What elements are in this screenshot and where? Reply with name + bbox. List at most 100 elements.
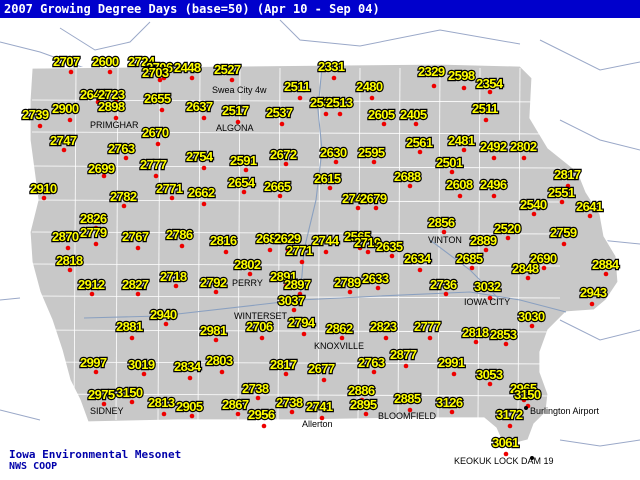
station-dot (223, 249, 229, 255)
station-value: 2975 (88, 387, 115, 402)
city-label: VINTON (428, 235, 462, 245)
station-value: 2771 (286, 243, 313, 258)
station-value: 2677 (308, 361, 335, 376)
station-dot (67, 267, 73, 273)
station-value: 2511 (284, 79, 310, 94)
station-value: 2654 (228, 175, 256, 190)
station-dot (507, 423, 513, 429)
station-dot (541, 265, 547, 271)
station-value: 2754 (186, 149, 214, 164)
station-dot (161, 411, 167, 417)
station-value: 3019 (128, 357, 155, 372)
iowa-map: 2707 2600 27242706 2448 2527 2331 2329 25982354… (0, 19, 640, 466)
station-dot (213, 337, 219, 343)
station-value: 2513 (326, 95, 353, 110)
station-dot (283, 371, 289, 377)
station-value: 2537 (266, 105, 293, 120)
station-dot (129, 399, 135, 405)
station-value: 2767 (122, 229, 149, 244)
station-value: 2763 (358, 355, 385, 370)
station-value: 2662 (188, 185, 215, 200)
station-dot (431, 83, 437, 89)
station-dot (179, 243, 185, 249)
station-value: 2817 (270, 357, 297, 372)
city-label: Swea City 4w (212, 85, 267, 95)
station-dot (187, 375, 193, 381)
station-value: 2736 (430, 277, 457, 292)
station-dot (135, 245, 141, 251)
station-value: 2496 (480, 177, 507, 192)
station-value: 2981 (200, 323, 227, 338)
station-value: 2779 (80, 225, 107, 240)
station-value: 2685 (456, 251, 483, 266)
station-value: 2540 (520, 197, 547, 212)
station-dot (561, 241, 567, 247)
station-value: 2777 (140, 157, 167, 172)
station-value: 2634 (404, 251, 432, 266)
station-dot (371, 159, 377, 165)
station-value: 2862 (326, 321, 353, 336)
station-value: 2480 (356, 79, 383, 94)
station-value: 2792 (200, 275, 227, 290)
station-dot (355, 205, 361, 211)
station-dot (255, 395, 261, 401)
station-dot (381, 121, 387, 127)
station-value: 2492 (480, 139, 507, 154)
station-value: 3053 (476, 367, 503, 382)
station-dot (201, 201, 207, 207)
station-value: 2816 (210, 233, 237, 248)
station-dot (261, 423, 267, 429)
station-dot (337, 111, 343, 117)
station-value: 3030 (518, 309, 545, 324)
city-label: Burlington Airport (530, 406, 600, 416)
station-dot (491, 193, 497, 199)
station-value: 3032 (474, 279, 501, 294)
station-value: 2897 (284, 277, 311, 292)
city-label: KEOKUK LOCK DAM 19 (454, 456, 554, 466)
station-value: 2738 (242, 381, 269, 396)
city-dot (524, 406, 528, 410)
station-value: 2747 (50, 133, 77, 148)
station-value: 2898 (98, 99, 125, 114)
station-dot (219, 369, 225, 375)
station-dot (449, 409, 455, 415)
station-value: 2771 (156, 181, 183, 196)
station-dot (267, 247, 273, 253)
station-value: 2354 (476, 76, 504, 91)
station-dot (213, 289, 219, 295)
station-dot (173, 283, 179, 289)
station-value: 2329 (418, 64, 445, 79)
station-value: 2885 (394, 391, 421, 406)
station-value: 2591 (230, 153, 257, 168)
city-label: WINTERSET (234, 311, 288, 321)
station-value: 2802 (510, 139, 537, 154)
station-value: 2641 (576, 199, 603, 214)
station-dot (369, 95, 375, 101)
city-label: KNOXVILLE (314, 341, 364, 351)
station-dot (297, 95, 303, 101)
station-value: 2405 (400, 107, 427, 122)
station-dot (483, 117, 489, 123)
station-value: 2856 (428, 215, 455, 230)
station-value: 2608 (446, 177, 473, 192)
station-value: 2997 (80, 355, 107, 370)
station-dot (365, 249, 371, 255)
city-label: SIDNEY (90, 406, 124, 416)
station-value: 2789 (334, 275, 361, 290)
station-dot (279, 121, 285, 127)
station-dot (483, 247, 489, 253)
station-dot (417, 149, 423, 155)
station-value: 2884 (592, 257, 620, 272)
station-value: 2912 (78, 277, 105, 292)
station-value: 2910 (30, 181, 57, 196)
city-label: BLOOMFIELD (378, 411, 437, 421)
station-dot (331, 75, 337, 81)
station-dot (159, 107, 165, 113)
station-value: 2853 (490, 327, 517, 342)
credit-network: NWS COOP (9, 461, 58, 472)
station-dot (469, 265, 475, 271)
station-dot (333, 159, 339, 165)
station-value: 2943 (580, 285, 607, 300)
station-value: 2517 (222, 103, 249, 118)
station-value: 2707 (53, 54, 80, 69)
